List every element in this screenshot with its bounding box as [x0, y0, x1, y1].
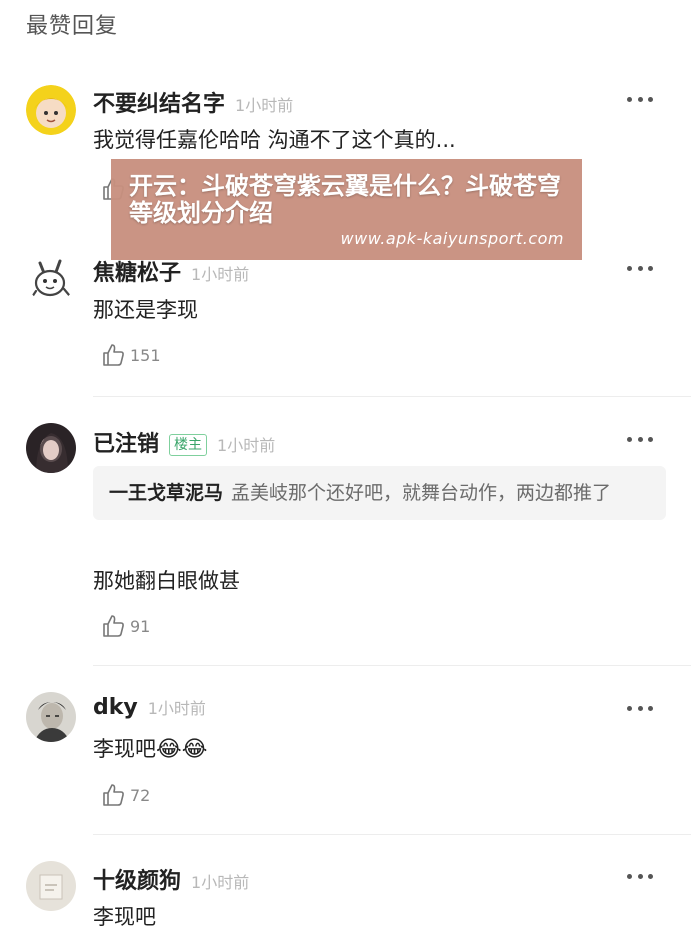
- more-options-icon[interactable]: [627, 872, 653, 880]
- comment-username[interactable]: 已注销: [93, 426, 159, 458]
- quoted-username[interactable]: 一王戈草泥马: [109, 482, 223, 504]
- like-button[interactable]: 72: [100, 782, 150, 808]
- more-options-icon[interactable]: [627, 95, 653, 103]
- op-badge: 楼主: [169, 434, 208, 456]
- comment-text: 李现吧😂😂: [93, 733, 207, 763]
- like-count: 91: [130, 616, 151, 636]
- quoted-reply[interactable]: 一王戈草泥马 孟美岐那个还好吧，就舞台动作，两边都推了: [93, 466, 666, 520]
- comment-time: 1小时前: [235, 96, 294, 115]
- thumbs-up-icon: [103, 615, 124, 637]
- comment-username[interactable]: 不要纠结名字: [93, 86, 225, 118]
- comment-text: 那她翻白眼做甚: [93, 569, 240, 593]
- comment-text-content: 李现吧: [93, 737, 156, 761]
- quoted-text: 孟美岐那个还好吧，就舞台动作，两边都推了: [231, 482, 612, 504]
- more-options-icon[interactable]: [627, 435, 653, 443]
- comment-text: 我觉得任嘉伦哈哈 沟通不了这个真的...: [93, 128, 456, 152]
- divider: [93, 834, 691, 835]
- comments-page: 最赞回复 不要纠结名字 1小时前 我觉得任嘉伦哈哈 沟通不了这个真的... 焦糖…: [0, 0, 691, 936]
- like-button[interactable]: 151: [100, 342, 161, 368]
- thumbs-up-icon: [103, 344, 124, 366]
- ad-overlay-banner[interactable]: 开云：斗破苍穹紫云翼是什么？斗破苍穹等级划分介绍 www.apk-kaiyuns…: [111, 159, 582, 260]
- divider: [93, 665, 691, 666]
- ad-url[interactable]: www.apk-kaiyunsport.com: [341, 229, 564, 248]
- comment-time: 1小时前: [191, 265, 250, 284]
- comment-time: 1小时前: [147, 699, 206, 718]
- more-options-icon[interactable]: [627, 264, 653, 272]
- like-count: 151: [130, 345, 161, 365]
- comment-username[interactable]: dky: [93, 695, 138, 720]
- more-options-icon[interactable]: [627, 704, 653, 712]
- divider: [93, 396, 691, 397]
- comment-time: 1小时前: [217, 436, 276, 455]
- avatar-yellow-hood-icon[interactable]: [26, 85, 76, 135]
- comment-time: 1小时前: [191, 873, 250, 892]
- avatar-sketch-portrait-icon[interactable]: [26, 692, 76, 742]
- like-count: 72: [130, 785, 151, 805]
- comment-text: 李现吧: [93, 905, 156, 929]
- like-button[interactable]: 91: [100, 613, 150, 639]
- ad-headline[interactable]: 开云：斗破苍穹紫云翼是什么？斗破苍穹等级划分介绍: [129, 173, 564, 227]
- avatar-cartoon-bunny-icon[interactable]: [26, 253, 76, 303]
- avatar-paper-icon[interactable]: [26, 861, 76, 911]
- comment-text: 那还是李现: [93, 298, 198, 322]
- comment-username[interactable]: 十级颜狗: [93, 863, 181, 895]
- section-title: 最赞回复: [26, 14, 119, 39]
- avatar-dark-portrait-icon[interactable]: [26, 423, 76, 473]
- thumbs-up-icon: [103, 784, 124, 806]
- laughing-crying-emoji: 😂😂: [156, 737, 208, 762]
